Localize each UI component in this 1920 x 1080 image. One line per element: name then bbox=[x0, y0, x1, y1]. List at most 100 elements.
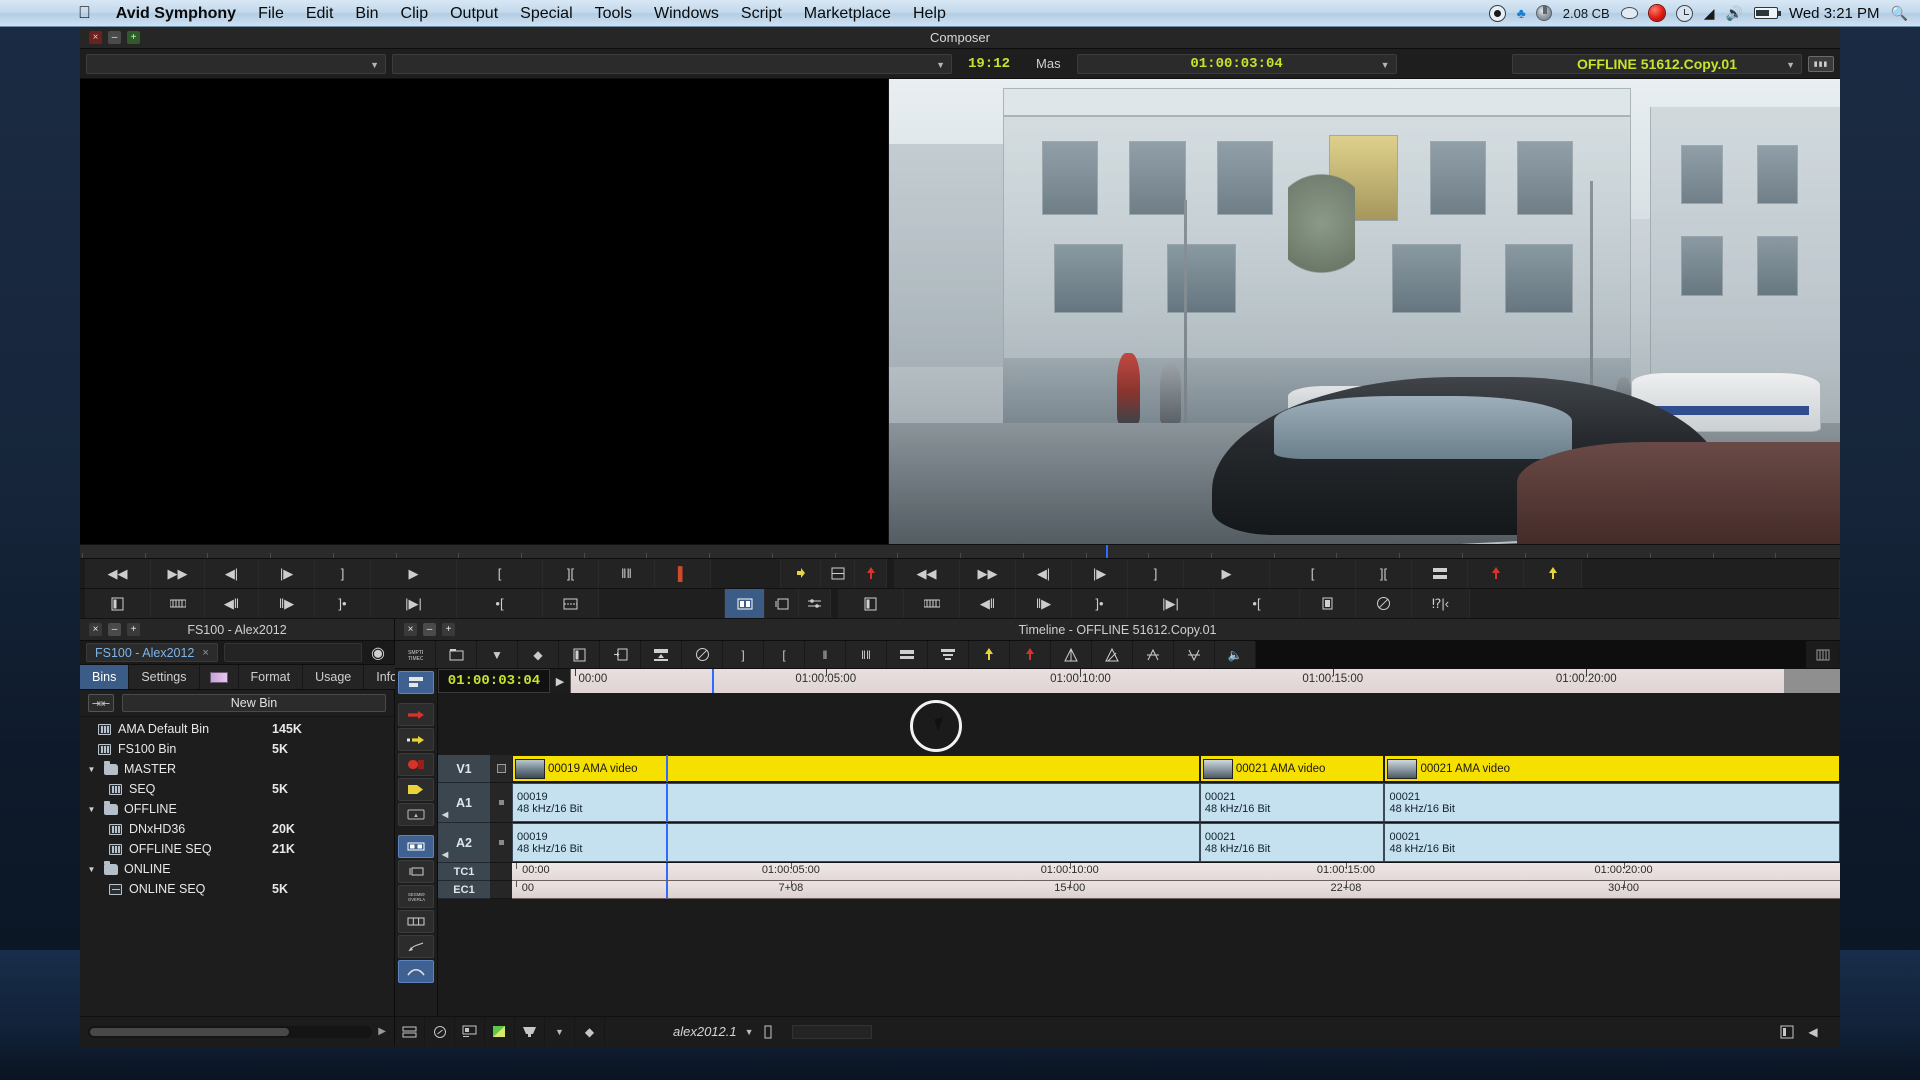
track-panel-icon[interactable] bbox=[395, 1016, 425, 1047]
chevron-down-icon[interactable]: ▼ bbox=[477, 641, 518, 668]
bin-folder-master[interactable]: ▼ MASTER bbox=[80, 759, 394, 779]
position-indicator[interactable] bbox=[1106, 545, 1109, 558]
rewind-button-2[interactable]: ◀◀ bbox=[894, 559, 960, 588]
bin-item-seq[interactable]: SEQ 5K bbox=[80, 779, 394, 799]
no-effect-icon[interactable] bbox=[682, 641, 723, 668]
timeline-clip[interactable]: 00019 48 kHz/16 Bit bbox=[512, 823, 1200, 862]
chevron-down-icon[interactable]: ▼ bbox=[86, 765, 97, 774]
close-icon[interactable]: × bbox=[202, 647, 208, 659]
trim-back-button-2[interactable]: ◀‖ bbox=[960, 589, 1016, 618]
timeline-clip[interactable]: 00021 48 kHz/16 Bit bbox=[1384, 783, 1840, 822]
timeline-clip[interactable]: 00021 48 kHz/16 Bit bbox=[1199, 783, 1385, 822]
trim-c-icon[interactable] bbox=[1133, 641, 1174, 668]
eject-icon[interactable] bbox=[1620, 7, 1638, 19]
timemachine-icon[interactable] bbox=[1675, 4, 1693, 22]
mark-clip-button[interactable]: ][ bbox=[543, 559, 599, 588]
video-quality-icon[interactable] bbox=[455, 1016, 485, 1047]
match-frame-button[interactable] bbox=[821, 559, 855, 588]
scroll-left-icon[interactable]: ◀ bbox=[1802, 1017, 1824, 1047]
menu-item-tools[interactable]: Tools bbox=[584, 0, 643, 27]
dropbox-icon[interactable]: ♣ bbox=[1517, 5, 1526, 21]
lift-button-2[interactable]: ]• bbox=[1072, 589, 1128, 618]
render-button[interactable] bbox=[151, 589, 205, 618]
step-back-button[interactable]: ◀| bbox=[205, 559, 259, 588]
menu-item-output[interactable]: Output bbox=[439, 0, 509, 27]
overwrite-red-icon[interactable] bbox=[1010, 641, 1051, 668]
menu-item-avid-symphony[interactable]: Avid Symphony bbox=[105, 0, 247, 27]
segment-icon[interactable] bbox=[398, 910, 434, 933]
audio-icon[interactable]: 🔈 bbox=[1215, 641, 1256, 668]
match-frame-icon[interactable] bbox=[600, 641, 641, 668]
timeline-menu-icon[interactable] bbox=[1806, 641, 1840, 668]
quick-transition-icon[interactable] bbox=[887, 641, 928, 668]
lift-button[interactable]: ]• bbox=[315, 589, 371, 618]
duration-field[interactable]: ▼ bbox=[392, 53, 952, 74]
alert-red-icon[interactable] bbox=[1648, 5, 1665, 21]
green-quality-icon[interactable] bbox=[485, 1016, 515, 1047]
timecode-icon[interactable]: SMPTETIMECODE bbox=[395, 641, 436, 668]
red-mark-button[interactable]: ▌ bbox=[655, 559, 711, 588]
no-effect-button[interactable] bbox=[1356, 589, 1412, 618]
film-icon[interactable] bbox=[559, 641, 600, 668]
track-header-ec1[interactable]: EC1 bbox=[438, 881, 490, 899]
step-forward-button-2[interactable]: |▶ bbox=[1072, 559, 1128, 588]
scrollbar-thumb[interactable] bbox=[90, 1027, 289, 1036]
bin-folder-offline[interactable]: ▼ OFFLINE bbox=[80, 799, 394, 819]
render-button-2[interactable] bbox=[904, 589, 960, 618]
chevron-down-icon[interactable]: ▼ bbox=[86, 805, 97, 814]
overwrite-yellow-button[interactable] bbox=[1524, 559, 1582, 588]
mark-clip-alt-button[interactable]: ‖‖ bbox=[599, 559, 655, 588]
bin-item-fs100[interactable]: FS100 Bin 5K bbox=[80, 739, 394, 759]
mark-clip-alt-icon[interactable]: ‖‖ bbox=[846, 641, 887, 668]
film-button[interactable] bbox=[85, 589, 151, 618]
wifi-icon[interactable]: ◢ bbox=[1704, 5, 1715, 22]
mark-out-button[interactable]: ] bbox=[315, 559, 371, 588]
tab-format-swatch[interactable] bbox=[199, 665, 239, 689]
apple-icon[interactable]:  bbox=[78, 4, 91, 21]
overwrite-button[interactable]: |▶| bbox=[371, 589, 457, 618]
rewind-button[interactable]: ◀◀ bbox=[85, 559, 151, 588]
track-header-v1[interactable]: V1 bbox=[438, 755, 490, 783]
edgecode-track-strip[interactable]: 00 7+08 15+00 22+08 30+00 bbox=[512, 881, 1840, 899]
composer-minimize-button[interactable]: – bbox=[108, 31, 121, 44]
remove-effect-icon[interactable] bbox=[928, 641, 969, 668]
extract-button[interactable] bbox=[543, 589, 599, 618]
play-triangle-icon[interactable]: ▶ bbox=[550, 669, 570, 693]
mark-in-button-2[interactable]: [ bbox=[1270, 559, 1356, 588]
mark-out-button-2[interactable]: ] bbox=[1128, 559, 1184, 588]
menu-item-edit[interactable]: Edit bbox=[295, 0, 345, 27]
render-icon[interactable] bbox=[641, 641, 682, 668]
new-bin-button[interactable]: New Bin bbox=[122, 694, 386, 712]
scroll-right-icon[interactable]: ▶ bbox=[378, 1026, 386, 1037]
lift-yellow-icon[interactable] bbox=[969, 641, 1010, 668]
trim-forward-button[interactable]: ‖▶ bbox=[259, 589, 315, 618]
trim-back-button[interactable]: ◀‖ bbox=[205, 589, 259, 618]
splice-button-2[interactable]: •[ bbox=[1214, 589, 1300, 618]
extract-button-2[interactable] bbox=[1300, 589, 1356, 618]
track-content-a1[interactable]: 00019 48 kHz/16 Bit 00021 48 kHz/16 Bit … bbox=[512, 783, 1840, 823]
focus-icon[interactable]: ◆ bbox=[575, 1016, 605, 1047]
track-monitor-v1[interactable] bbox=[490, 755, 512, 783]
mark-clip-icon[interactable]: ‖ bbox=[805, 641, 846, 668]
menu-item-clip[interactable]: Clip bbox=[390, 0, 440, 27]
mark-clip-button-2[interactable]: ][ bbox=[1356, 559, 1412, 588]
chevron-down-icon[interactable]: ▼ bbox=[86, 865, 97, 874]
track-monitor-a2[interactable] bbox=[490, 823, 512, 863]
track-header-a2[interactable]: A2 ◀ bbox=[438, 823, 490, 863]
timeline-clip[interactable]: 00019 48 kHz/16 Bit bbox=[512, 783, 1200, 822]
menu-item-script[interactable]: Script bbox=[730, 0, 793, 27]
composer-close-button[interactable]: × bbox=[89, 31, 102, 44]
red-record-icon[interactable] bbox=[398, 753, 434, 776]
bin-item-online-seq[interactable]: ONLINE SEQ 5K bbox=[80, 879, 394, 899]
red-arrow-icon[interactable] bbox=[398, 703, 434, 726]
audio-meter-icon[interactable] bbox=[425, 1016, 455, 1047]
menu-item-file[interactable]: File bbox=[247, 0, 295, 27]
playhead-indicator[interactable] bbox=[711, 669, 714, 693]
fast-forward-button[interactable]: ▶▶ bbox=[151, 559, 205, 588]
timecode-track-strip[interactable]: 00:00 01:00:05:00 01:00:10:00 01:00:15:0… bbox=[512, 863, 1840, 881]
menu-item-marketplace[interactable]: Marketplace bbox=[793, 0, 902, 27]
bin-item-offline-seq[interactable]: OFFLINE SEQ 21K bbox=[80, 839, 394, 859]
timeline-timecode-display[interactable]: 01:00:03:04 bbox=[438, 669, 550, 693]
keyboard-icon[interactable]: ▮▮▮ bbox=[1808, 55, 1834, 72]
overwrite-button-2[interactable]: |▶| bbox=[1128, 589, 1214, 618]
